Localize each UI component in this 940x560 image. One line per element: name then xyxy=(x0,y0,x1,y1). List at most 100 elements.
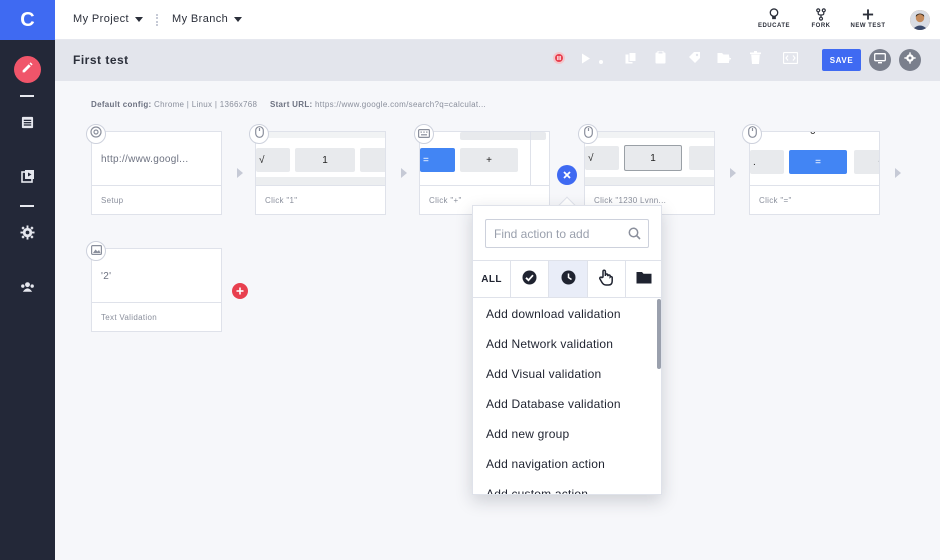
search-input[interactable] xyxy=(486,220,626,247)
tests-nav-button[interactable] xyxy=(14,111,41,138)
add-step-button[interactable] xyxy=(232,283,248,299)
play-icon xyxy=(581,51,591,69)
step-preview: http://www.googl... xyxy=(92,132,221,186)
list-item[interactable]: Add Visual validation xyxy=(473,359,661,389)
pencil-icon xyxy=(21,61,34,79)
step-preview: 0 . = + xyxy=(750,132,879,186)
calc-key: 2 xyxy=(689,146,714,170)
project-selector[interactable]: My Project xyxy=(73,13,143,25)
code-icon xyxy=(782,51,798,69)
close-add-menu-button[interactable] xyxy=(557,165,577,185)
close-icon xyxy=(563,166,571,184)
delete-button[interactable] xyxy=(748,51,762,67)
record-icon xyxy=(552,51,566,70)
chevron-down-icon xyxy=(134,16,143,22)
add-to-suite-button[interactable] xyxy=(717,53,731,67)
step-card[interactable]: '2' Text Validation xyxy=(91,248,222,332)
image-icon xyxy=(90,242,102,260)
list-item[interactable]: Add navigation action xyxy=(473,449,661,479)
test-title[interactable]: First test xyxy=(73,53,129,67)
step-caption: Click "1" xyxy=(265,196,298,205)
calc-key xyxy=(460,132,546,140)
step-caption: Click "=" xyxy=(759,196,792,205)
monitor-icon xyxy=(874,51,886,69)
mouse-icon xyxy=(254,125,264,143)
step-arrow xyxy=(730,168,736,178)
test-settings-button[interactable] xyxy=(899,49,921,71)
step-preview: √ 1 2 xyxy=(256,132,385,186)
new-test-button[interactable]: NEW TEST xyxy=(843,8,893,29)
educate-label: EDUCATE xyxy=(757,23,791,29)
clipboard-button[interactable] xyxy=(653,50,667,67)
list-item[interactable]: Add download validation xyxy=(473,299,661,329)
step-card[interactable]: http://www.googl... Setup xyxy=(91,131,222,215)
chrome-icon xyxy=(90,125,102,143)
app-logo[interactable]: C xyxy=(0,0,55,40)
fork-button[interactable]: FORK xyxy=(796,8,846,29)
step-type-badge xyxy=(86,241,106,261)
start-url-value[interactable]: https://www.google.com/search?q=calculat… xyxy=(315,100,486,109)
tag-button[interactable] xyxy=(687,52,701,67)
keyboard-icon xyxy=(418,125,431,143)
play-button[interactable] xyxy=(579,53,593,67)
avatar[interactable] xyxy=(910,10,930,30)
step-caption: Text Validation xyxy=(101,313,157,322)
fork-icon xyxy=(796,8,846,21)
educate-button[interactable]: EDUCATE xyxy=(749,8,799,29)
step-card[interactable]: = + Click "+" xyxy=(419,131,550,215)
list-icon xyxy=(21,116,34,134)
new-test-label: NEW TEST xyxy=(850,23,886,29)
list-item[interactable]: Add custom action xyxy=(473,479,661,494)
settings-nav-button[interactable] xyxy=(14,221,41,248)
calc-key: √ xyxy=(585,146,619,170)
plus-icon xyxy=(236,282,244,300)
filter-groups[interactable] xyxy=(626,261,661,297)
suites-nav-button[interactable] xyxy=(14,165,41,192)
step-card[interactable]: √ 1 2 Click "1" xyxy=(255,131,386,215)
step-card[interactable]: 0 . = + Click "=" xyxy=(749,131,880,215)
calc-key: 1 xyxy=(295,148,355,172)
sidebar: C xyxy=(0,0,55,560)
team-nav-button[interactable] xyxy=(14,275,41,302)
list-item[interactable]: Add Database validation xyxy=(473,389,661,419)
separator xyxy=(156,14,158,26)
branch-name: My Branch xyxy=(172,13,229,25)
copy-button[interactable] xyxy=(624,52,638,67)
hand-pointer-icon xyxy=(599,269,614,289)
preview-button[interactable] xyxy=(869,49,891,71)
step-type-badge xyxy=(414,124,434,144)
mouse-icon xyxy=(583,125,593,143)
filter-validations[interactable] xyxy=(511,261,550,297)
step-caption: Click "+" xyxy=(429,196,462,205)
gear-icon xyxy=(904,51,916,69)
save-button[interactable]: SAVE xyxy=(822,49,861,71)
branch-selector[interactable]: My Branch xyxy=(172,13,243,25)
list-item[interactable]: Add Network validation xyxy=(473,329,661,359)
search-icon[interactable] xyxy=(628,227,641,245)
default-config-value[interactable]: Chrome | Linux | 1366x768 xyxy=(154,100,257,109)
code-button[interactable] xyxy=(782,51,798,69)
start-url-label: Start URL: xyxy=(269,100,313,109)
record-button[interactable] xyxy=(552,51,566,70)
test-header: First test SAVE xyxy=(55,40,940,81)
action-list: Add download validation Add Network vali… xyxy=(473,299,661,494)
filter-wait[interactable] xyxy=(549,261,588,297)
team-icon xyxy=(20,280,35,298)
clock-icon xyxy=(561,270,576,288)
step-arrow xyxy=(401,168,407,178)
step-type-badge xyxy=(578,124,598,144)
step-card[interactable]: √ 1 2 Click "1230 Lvnn... xyxy=(584,131,715,215)
calc-key: √ xyxy=(256,148,290,172)
calc-key: . xyxy=(750,150,784,174)
chevron-down-icon xyxy=(234,16,243,22)
filter-all[interactable]: ALL xyxy=(473,261,512,297)
step-preview: '2' xyxy=(92,249,221,303)
play-options-button[interactable] xyxy=(594,53,608,67)
editor-nav-button[interactable] xyxy=(14,56,41,83)
list-item[interactable]: Add new group xyxy=(473,419,661,449)
config-line: Default config: Chrome | Linux | 1366x76… xyxy=(91,100,486,109)
filter-actions[interactable] xyxy=(588,261,626,297)
step-preview-text: '2' xyxy=(101,271,112,282)
scrollbar[interactable] xyxy=(657,299,661,369)
default-config-label: Default config: xyxy=(91,100,152,109)
